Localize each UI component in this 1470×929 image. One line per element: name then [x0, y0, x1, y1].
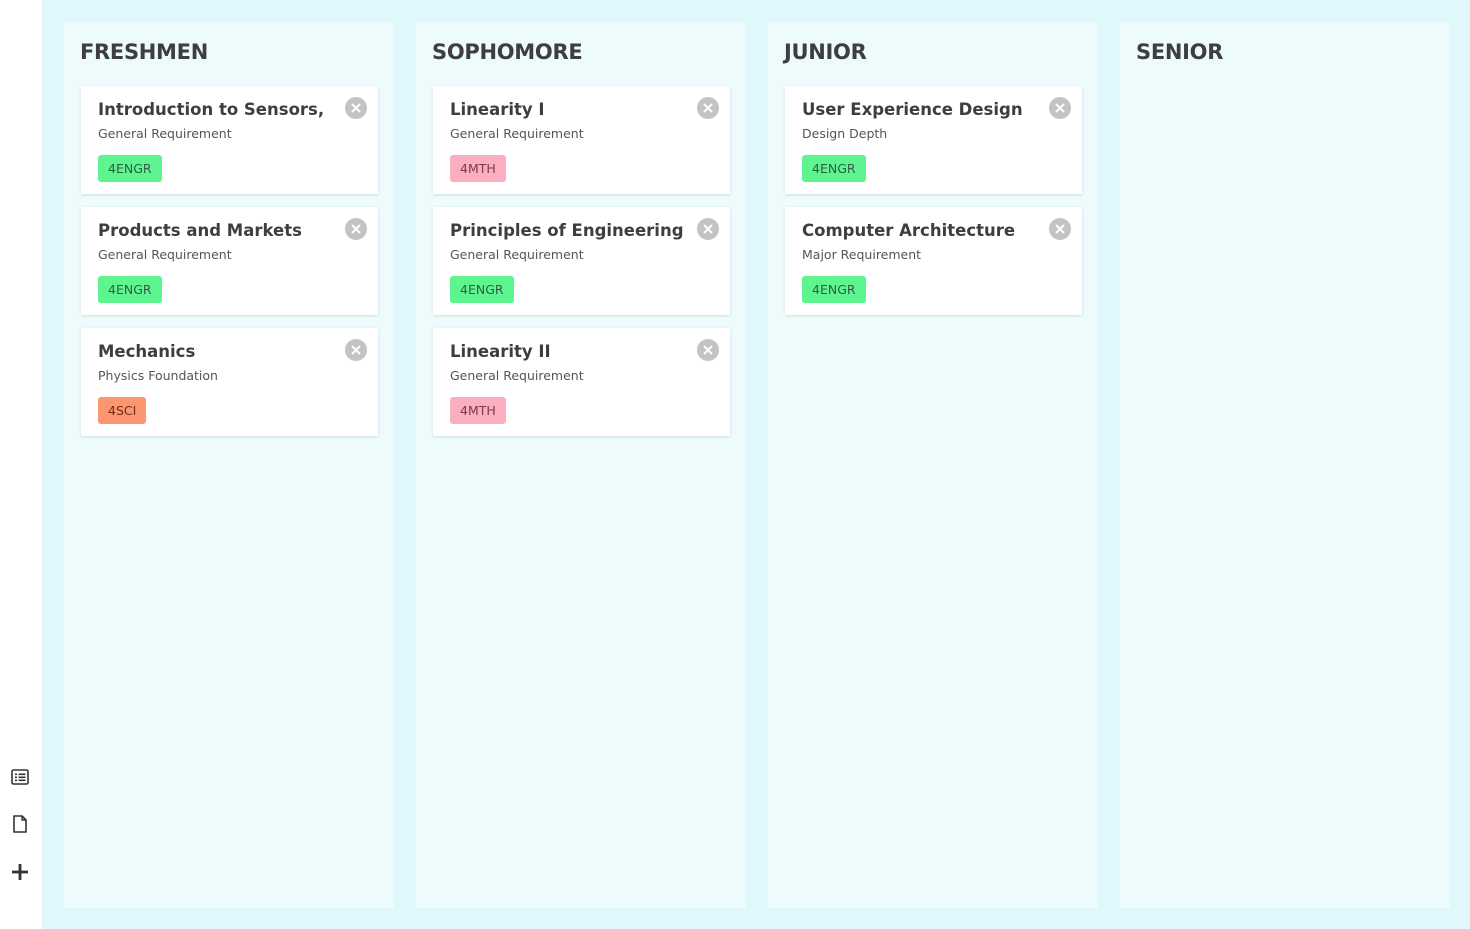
column-title: FRESHMEN: [80, 40, 208, 64]
document-icon[interactable]: [8, 812, 32, 836]
board: FRESHMEN Introduction to Sensors, General …: [42, 0, 1470, 929]
course-requirement: General Requirement: [450, 368, 584, 383]
course-card[interactable]: Mechanics Physics Foundation 4SCI: [81, 328, 378, 436]
course-title: Products and Markets: [98, 221, 302, 240]
credit-tag: 4MTH: [450, 397, 506, 424]
close-icon: [1055, 103, 1065, 113]
column-sophomore: SOPHOMORE Linearity I General Requirement 4…: [416, 22, 746, 908]
column-title: JUNIOR: [784, 40, 867, 64]
remove-course-button[interactable]: [1049, 218, 1071, 240]
remove-course-button[interactable]: [697, 218, 719, 240]
course-title: Introduction to Sensors,: [98, 100, 325, 119]
close-icon: [351, 103, 361, 113]
course-requirement: Design Depth: [802, 126, 888, 141]
credit-tag: 4ENGR: [802, 155, 866, 182]
column-junior: JUNIOR User Experience Design Design Depth…: [768, 22, 1098, 908]
column-freshmen: FRESHMEN Introduction to Sensors, General …: [64, 22, 394, 908]
course-title: User Experience Design: [802, 100, 1023, 119]
course-title: Mechanics: [98, 342, 196, 361]
course-card[interactable]: Linearity II General Requirement 4MTH: [433, 328, 730, 436]
column-title: SENIOR: [1136, 40, 1224, 64]
list-icon[interactable]: [8, 765, 32, 789]
close-icon: [351, 224, 361, 234]
remove-course-button[interactable]: [345, 218, 367, 240]
remove-course-button[interactable]: [697, 97, 719, 119]
column-title: SOPHOMORE: [432, 40, 583, 64]
course-card[interactable]: Linearity I General Requirement 4MTH: [433, 86, 730, 194]
course-requirement: General Requirement: [450, 126, 584, 141]
close-icon: [703, 224, 713, 234]
course-title: Computer Architecture: [802, 221, 1016, 240]
credit-tag: 4SCI: [98, 397, 147, 424]
close-icon: [703, 103, 713, 113]
sidebar: [0, 0, 42, 929]
course-requirement: General Requirement: [98, 126, 232, 141]
credit-tag: 4ENGR: [802, 276, 866, 303]
close-icon: [703, 345, 713, 355]
course-title: Principles of Engineering: [450, 221, 684, 240]
credit-tag: 4ENGR: [98, 276, 162, 303]
course-requirement: General Requirement: [98, 247, 232, 262]
course-title: Linearity II: [450, 342, 551, 361]
remove-course-button[interactable]: [697, 339, 719, 361]
course-requirement: General Requirement: [450, 247, 584, 262]
course-card[interactable]: Introduction to Sensors, General Requirem…: [81, 86, 378, 194]
plus-icon[interactable]: [8, 860, 32, 884]
remove-course-button[interactable]: [1049, 97, 1071, 119]
course-requirement: Physics Foundation: [98, 368, 218, 383]
course-card[interactable]: Products and Markets General Requirement 4…: [81, 207, 378, 315]
credit-tag: 4MTH: [450, 155, 506, 182]
close-icon: [1055, 224, 1065, 234]
course-card[interactable]: User Experience Design Design Depth 4ENGR: [785, 86, 1082, 194]
course-card[interactable]: Principles of Engineering General Require…: [433, 207, 730, 315]
credit-tag: 4ENGR: [450, 276, 514, 303]
close-icon: [351, 345, 361, 355]
course-requirement: Major Requirement: [802, 247, 922, 262]
remove-course-button[interactable]: [345, 97, 367, 119]
column-senior: SENIOR: [1120, 22, 1450, 908]
course-card[interactable]: Computer Architecture Major Requirement 4E…: [785, 207, 1082, 315]
course-title: Linearity I: [450, 100, 545, 119]
remove-course-button[interactable]: [345, 339, 367, 361]
credit-tag: 4ENGR: [98, 155, 162, 182]
